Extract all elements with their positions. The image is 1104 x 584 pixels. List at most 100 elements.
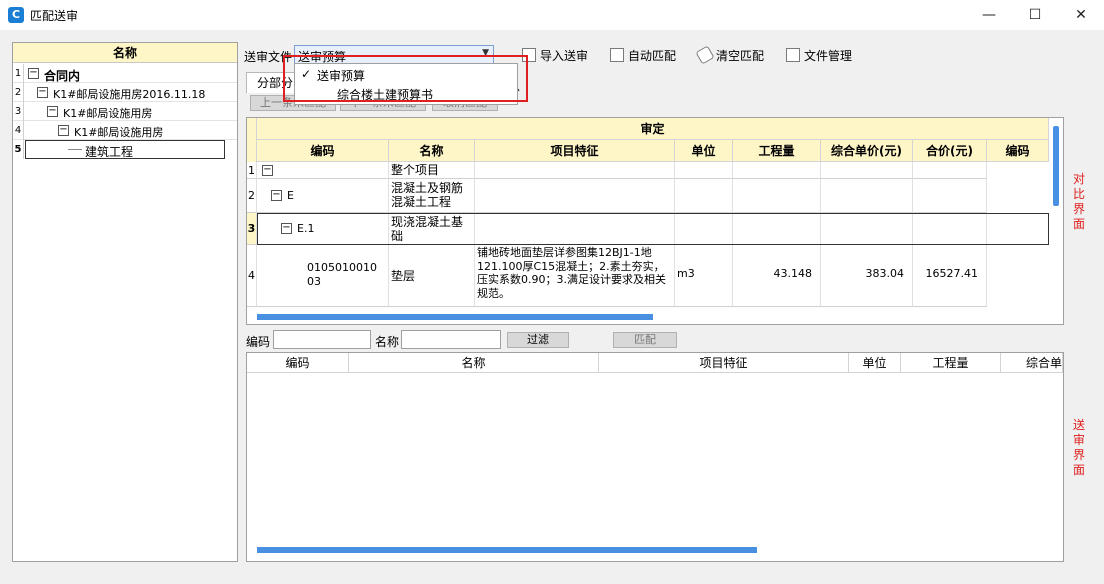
unit-cell (675, 179, 733, 213)
highlight-box (283, 55, 528, 102)
collapse-icon[interactable]: − (271, 190, 282, 201)
horizontal-scrollbar[interactable] (257, 547, 757, 553)
tree-item-label: 合同内 (44, 69, 81, 83)
horizontal-scrollbar[interactable] (257, 314, 653, 320)
qty-cell (733, 162, 821, 179)
clear-match-label: 清空匹配 (716, 49, 765, 63)
total-cell: 16527.41 (913, 245, 987, 307)
app-icon: C (8, 7, 24, 23)
import-label: 导入送审 (540, 49, 589, 63)
row-number: 1 (13, 64, 24, 83)
col-total: 合价(元) (913, 140, 987, 162)
eraser-icon (695, 45, 715, 65)
auto-match-button[interactable]: 自动匹配 (610, 47, 676, 65)
col-feature: 项目特征 (475, 140, 675, 162)
row-number: 2 (13, 83, 24, 102)
code-text: E (287, 189, 294, 202)
tree-row[interactable]: 4 − K1#邮局设施用房 (13, 121, 237, 140)
col-price: 综合单 (1001, 353, 1063, 373)
title-bar: C 匹配送审 — ☐ ✕ (0, 0, 1104, 30)
col-qty: 工程量 (733, 140, 821, 162)
total-cell (913, 162, 987, 179)
unit-cell (675, 162, 733, 179)
collapse-icon[interactable]: − (28, 68, 39, 79)
name-cell: 垫层 (389, 245, 475, 307)
price-cell (821, 162, 913, 179)
col-qty: 工程量 (901, 353, 1001, 373)
col-name: 名称 (389, 140, 475, 162)
tree-row[interactable]: 3 − K1#邮局设施用房 (13, 102, 237, 121)
unit-cell: m3 (675, 245, 733, 307)
row-number: 5 (13, 140, 24, 159)
col-name: 名称 (349, 353, 599, 373)
feature-cell (475, 162, 675, 179)
row-number: 3 (247, 213, 257, 245)
project-tree: 名称 1 − 合同内 2 − K1#邮局设施用房2016.11.18 3 − K… (12, 42, 238, 562)
tree-connector (68, 149, 82, 150)
code-filter-input[interactable] (273, 330, 371, 349)
clear-match-button[interactable]: 清空匹配 (695, 45, 765, 65)
price-cell: 383.04 (821, 245, 913, 307)
file-manage-button[interactable]: 文件管理 (786, 47, 852, 65)
feature-cell: 铺地砖地面垫层详参图集12BJ1-1地121.100厚C15混凝土；2.素土夯实… (475, 245, 675, 307)
table-row[interactable]: 4 010501001003 垫层 铺地砖地面垫层详参图集12BJ1-1地121… (247, 245, 1049, 307)
audit-group-header: 审定 (257, 118, 1049, 140)
row-number: 2 (247, 179, 257, 213)
tree-header: 名称 (13, 43, 237, 63)
code-filter-label: 编码 (246, 335, 271, 349)
col-feature: 项目特征 (599, 353, 849, 373)
table-row[interactable]: 1 − 整个项目 (247, 162, 1049, 179)
col-price: 综合单价(元) (821, 140, 913, 162)
code-cell: − (257, 162, 389, 179)
col-unit: 单位 (849, 353, 901, 373)
table-row[interactable]: 3 − E.1 现浇混凝土基础 (247, 213, 1049, 245)
match-button[interactable]: 匹配 (613, 332, 677, 348)
code-text: 010501001003 (307, 261, 377, 288)
price-cell (821, 179, 913, 213)
window-title: 匹配送审 (30, 9, 79, 23)
table-row[interactable]: 2 − E 混凝土及钢筋混凝土工程 (247, 179, 1049, 213)
total-cell (913, 179, 987, 213)
col-code: 编码 (257, 140, 389, 162)
row-number: 3 (13, 102, 24, 121)
code-cell: − E (257, 179, 389, 213)
selected-row-outline (257, 213, 1049, 245)
col-unit: 单位 (675, 140, 733, 162)
tree-row[interactable]: 1 − 合同内 (13, 64, 237, 83)
tree-row[interactable]: 2 − K1#邮局设施用房2016.11.18 (13, 83, 237, 102)
submitted-grid: 编码 名称 项目特征 单位 工程量 综合单 (246, 352, 1064, 562)
name-cell: 整个项目 (389, 162, 475, 179)
tree-item-label: 建筑工程 (85, 145, 134, 159)
name-cell: 混凝土及钢筋混凝土工程 (389, 179, 475, 213)
col-code-2: 编码 (987, 140, 1049, 162)
tree-item-label: K1#邮局设施用房2016.11.18 (53, 88, 206, 101)
grid-corner (247, 118, 257, 162)
filter-button[interactable]: 过滤 (507, 332, 569, 348)
row-number: 1 (247, 162, 257, 179)
compare-view-label: 对比界面 (1072, 172, 1085, 231)
minimize-button[interactable]: — (966, 0, 1012, 30)
qty-cell (733, 179, 821, 213)
row-number: 4 (13, 121, 24, 140)
row-number: 4 (247, 245, 257, 307)
edit-icon (610, 48, 624, 62)
file-icon (786, 48, 800, 62)
tree-row[interactable]: 5 建筑工程 (13, 140, 237, 159)
name-filter-input[interactable] (401, 330, 501, 349)
collapse-icon[interactable]: − (58, 125, 69, 136)
send-view-label: 送审界面 (1072, 418, 1085, 477)
name-filter-label: 名称 (375, 335, 400, 349)
audit-grid: 审定 编码 名称 项目特征 单位 工程量 综合单价(元) 合价(元) 编码 1 … (246, 117, 1064, 325)
code-cell: 010501001003 (257, 245, 389, 307)
filter-bar: 编码 名称 过滤 匹配 (246, 330, 1066, 352)
collapse-icon[interactable]: − (37, 87, 48, 98)
col-code: 编码 (247, 353, 349, 373)
vertical-scrollbar[interactable] (1053, 126, 1059, 206)
collapse-icon[interactable]: − (262, 165, 273, 176)
import-button[interactable]: 导入送审 (522, 47, 588, 65)
maximize-button[interactable]: ☐ (1012, 0, 1058, 30)
close-button[interactable]: ✕ (1058, 0, 1104, 30)
tree-item-label: K1#邮局设施用房 (63, 107, 153, 120)
collapse-icon[interactable]: − (47, 106, 58, 117)
file-manage-label: 文件管理 (804, 49, 853, 63)
